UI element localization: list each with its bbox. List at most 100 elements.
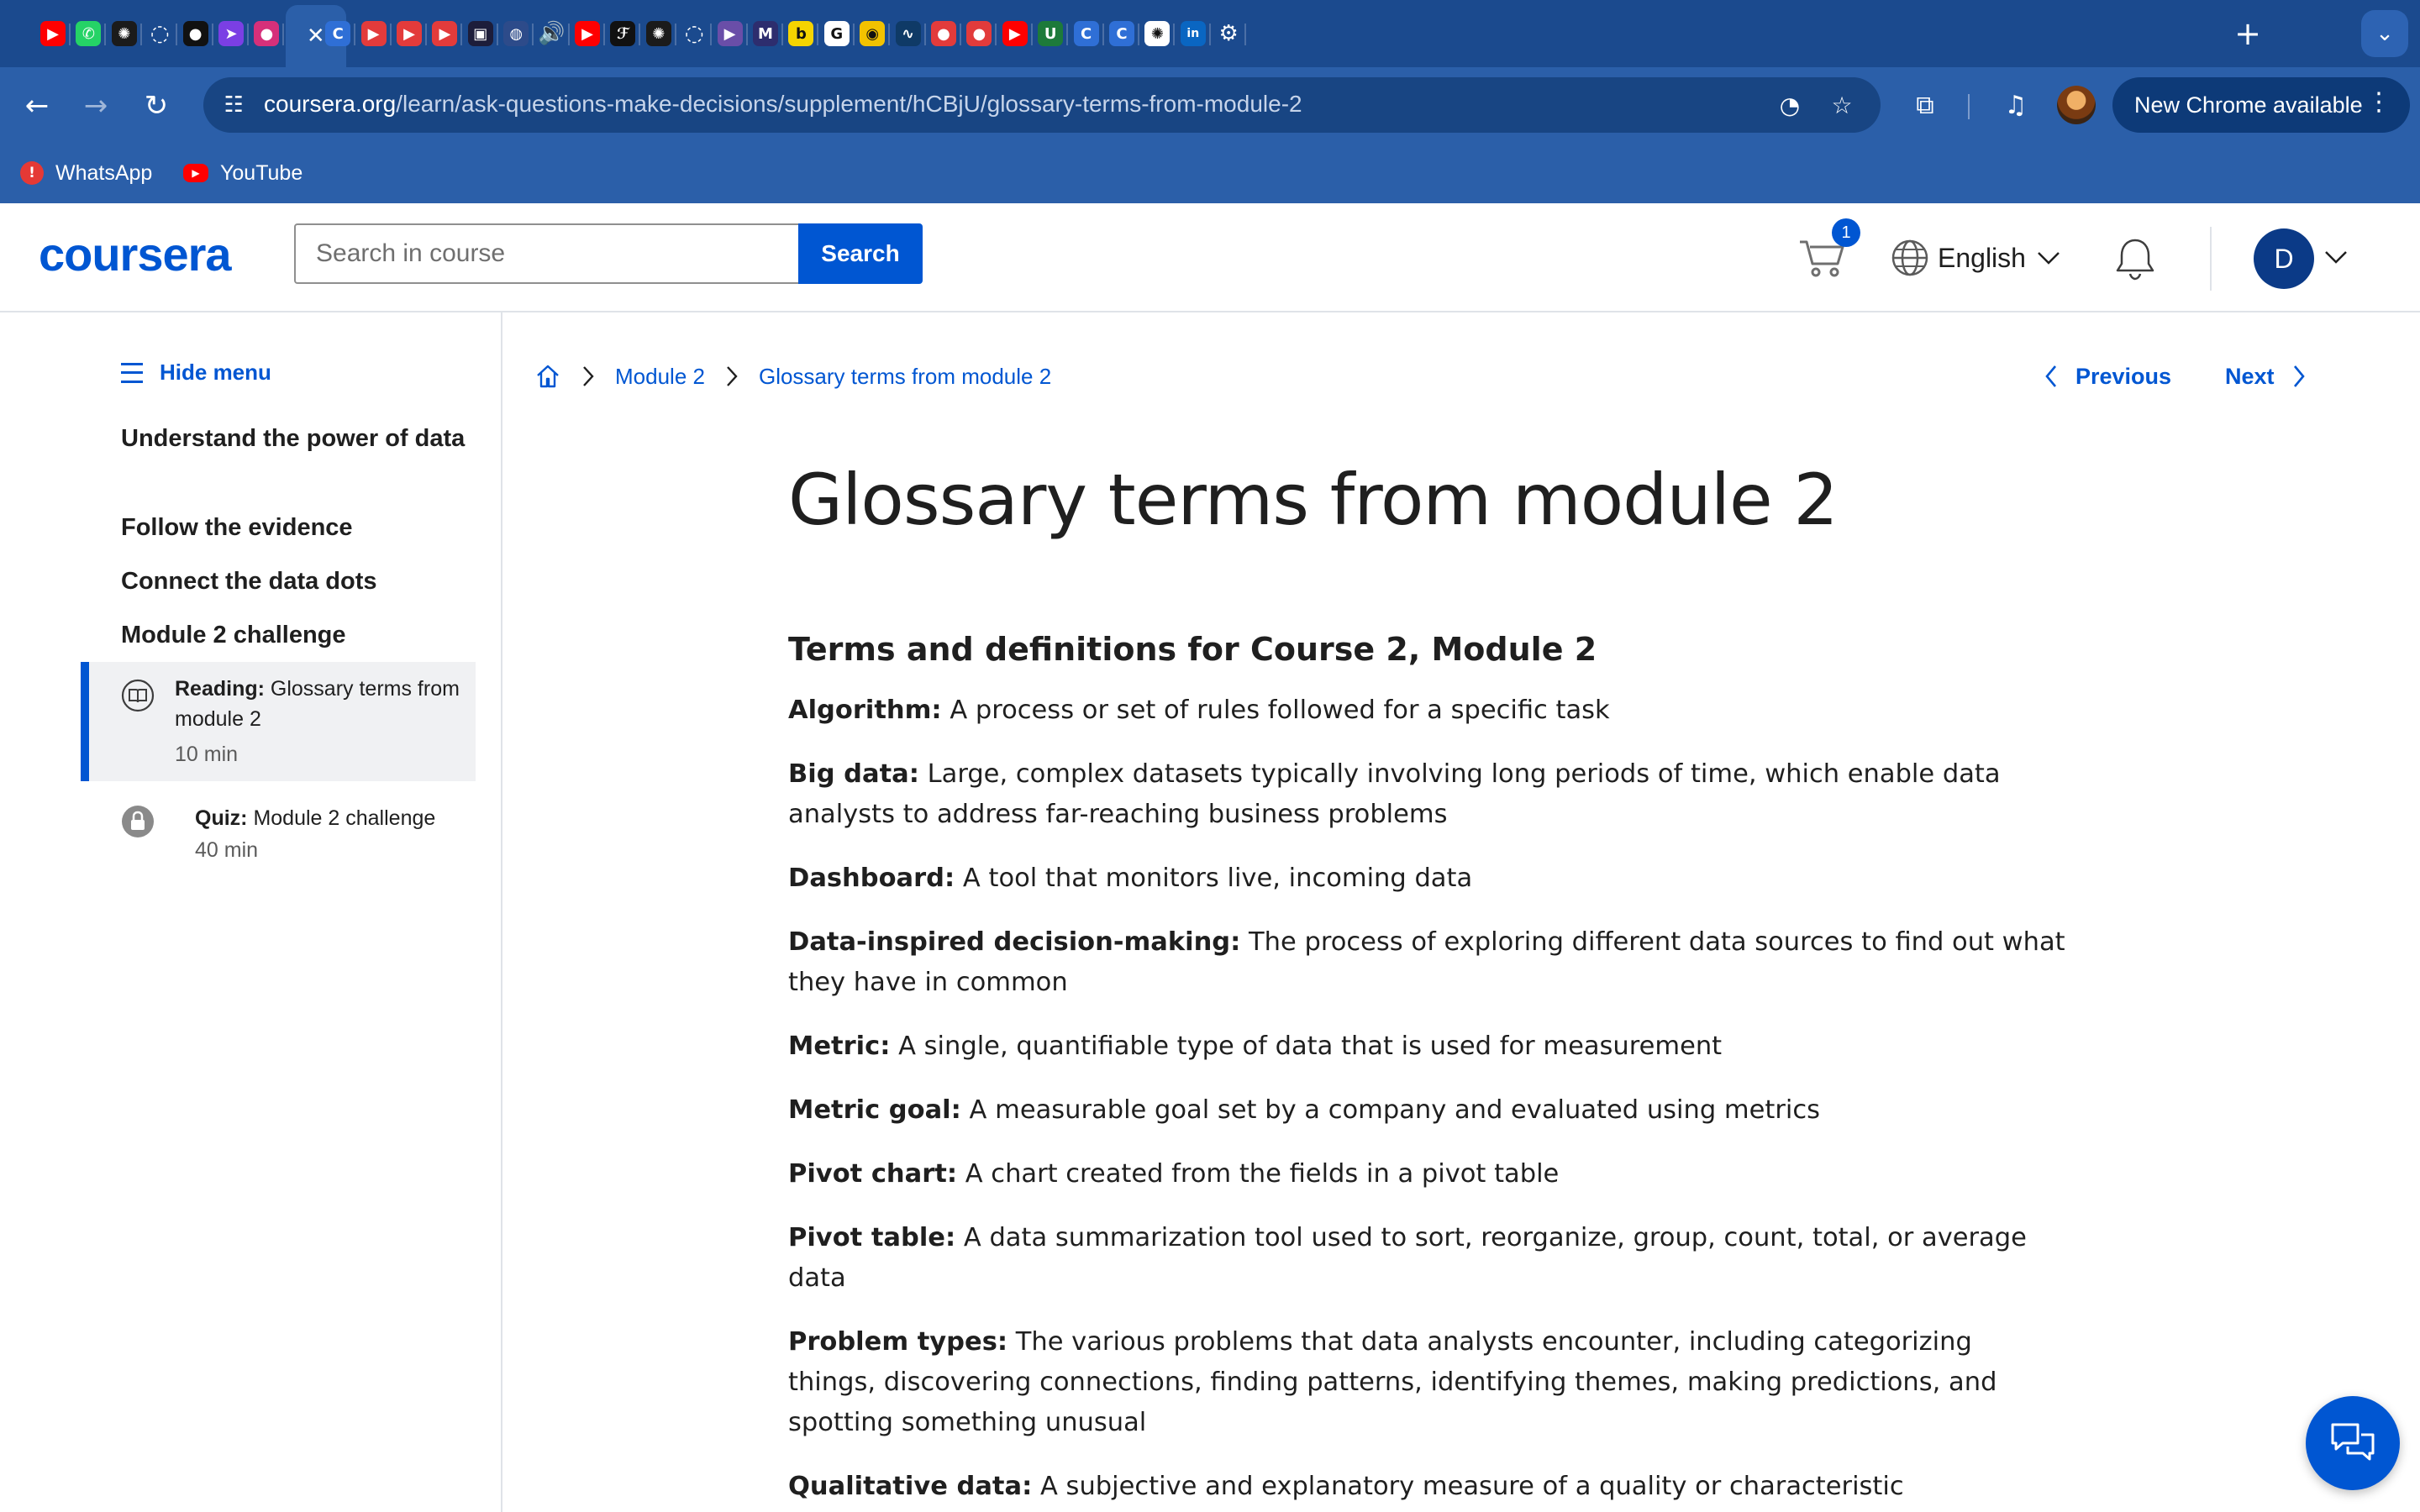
breadcrumb-module-link[interactable]: Module 2 xyxy=(615,364,705,390)
browser-tab[interactable]: ➤ xyxy=(214,8,249,59)
browser-tab[interactable]: ▶ xyxy=(357,8,392,59)
browser-tab[interactable]: C xyxy=(1070,8,1104,59)
chrome-update-button[interactable]: New Chrome available ⋮ xyxy=(2112,77,2410,133)
browser-tab[interactable]: ● xyxy=(962,8,997,59)
sidebar-link-understand-data[interactable]: Understand the power of data xyxy=(121,422,474,455)
browser-tab[interactable]: ▶ xyxy=(392,8,427,59)
item-type: Reading: xyxy=(175,677,265,701)
forward-button[interactable]: → xyxy=(72,82,119,129)
sidebar-item-reading[interactable]: Reading: Glossary terms from module 2 10… xyxy=(81,662,476,781)
arrow-app-icon: ➤ xyxy=(218,21,244,46)
browser-tab[interactable]: ▶ xyxy=(571,8,605,59)
bookmark-whatsapp[interactable]: ! WhatsApp xyxy=(20,158,152,188)
browser-tab[interactable]: ✺ xyxy=(642,8,676,59)
dark-app-icon: ▣ xyxy=(467,21,493,46)
hide-menu-label: Hide menu xyxy=(160,360,271,385)
chevron-right-icon xyxy=(2293,365,2305,387)
hide-menu-button[interactable]: Hide menu xyxy=(121,360,271,386)
browser-tab[interactable]: ▶ xyxy=(36,8,71,59)
media-controls-icon[interactable]: ♫ xyxy=(1995,84,2037,126)
coursera-logo[interactable]: coursera xyxy=(39,227,232,281)
site-settings-icon[interactable]: ☷ xyxy=(217,88,250,122)
tab-separator xyxy=(1244,24,1247,45)
glossary-term: Metric goal: A measurable goal set by a … xyxy=(788,1090,2065,1131)
loading-icon: ◌ xyxy=(684,21,704,46)
new-tab-button[interactable]: + xyxy=(2227,8,2269,59)
profile-avatar[interactable] xyxy=(2057,86,2096,124)
performance-icon[interactable]: ◔ xyxy=(1773,88,1807,122)
browser-tab[interactable]: b xyxy=(784,8,819,59)
browser-tab[interactable]: ◌ xyxy=(143,8,178,59)
next-label: Next xyxy=(2225,363,2275,389)
language-selector[interactable]: English xyxy=(1891,237,2070,279)
browser-tab[interactable]: ● xyxy=(250,8,285,59)
tab-separator xyxy=(852,24,855,45)
globe-app-icon: ◍ xyxy=(503,21,529,46)
chevron-right-icon xyxy=(583,366,594,386)
glossary-term: Metric: A single, quantifiable type of d… xyxy=(788,1026,2065,1067)
browser-tab[interactable]: C xyxy=(1105,8,1139,59)
browser-tab[interactable]: ∿ xyxy=(892,8,926,59)
browser-tab[interactable]: ▣ xyxy=(464,8,498,59)
site-header: coursera Search 1 English D xyxy=(0,203,2420,312)
chevron-down-icon[interactable] xyxy=(2323,244,2349,270)
glossary-term: Big data: Large, complex datasets typica… xyxy=(788,754,2065,835)
browser-tab[interactable]: M xyxy=(749,8,783,59)
arrow-right-icon: → xyxy=(83,89,108,123)
tab-separator xyxy=(1066,24,1069,45)
sidebar-link-follow-evidence[interactable]: Follow the evidence xyxy=(121,511,474,544)
sidebar-link-connect-dots[interactable]: Connect the data dots xyxy=(121,564,474,598)
course-sidebar: Hide menu Understand the power of data F… xyxy=(0,312,502,1512)
browser-tab[interactable]: ✺ xyxy=(1140,8,1176,59)
bookmark-youtube[interactable]: ▶ YouTube xyxy=(183,158,302,188)
previous-button[interactable]: Previous xyxy=(2042,358,2171,395)
browser-tab[interactable]: 🔊 xyxy=(535,8,570,59)
term-definition: A chart created from the fields in a piv… xyxy=(965,1159,1560,1189)
home-icon[interactable] xyxy=(534,363,561,390)
settings-icon: ⚙ xyxy=(1218,21,1239,46)
browser-tab[interactable]: ◉ xyxy=(855,8,891,59)
coursera-icon: C xyxy=(1109,21,1134,46)
search-button[interactable]: Search xyxy=(798,223,923,284)
sidebar-item-quiz[interactable]: Quiz: Module 2 challenge 40 min xyxy=(81,791,476,875)
browser-tab[interactable]: U xyxy=(1034,8,1069,59)
chat-bubbles-icon xyxy=(2331,1423,2375,1461)
browser-tab[interactable]: ⚙ xyxy=(1212,8,1247,59)
item-title: Module 2 challenge xyxy=(253,806,436,830)
reload-button[interactable]: ↻ xyxy=(133,82,180,129)
browser-tab[interactable]: C xyxy=(321,8,356,59)
browser-tab[interactable]: in xyxy=(1176,8,1211,59)
browser-tab[interactable]: ▶ xyxy=(428,8,463,59)
notifications-bell-icon[interactable] xyxy=(2111,234,2160,282)
browser-tab[interactable]: ✺ xyxy=(108,8,142,59)
glossary-term: Problem types: The various problems that… xyxy=(788,1322,2065,1443)
browser-tab[interactable]: ● xyxy=(179,8,213,59)
next-button[interactable]: Next xyxy=(2225,358,2308,395)
signature-icon: ℱ xyxy=(610,21,636,46)
sidebar-link-module-challenge[interactable]: Module 2 challenge xyxy=(121,618,474,652)
browser-tab[interactable]: ● xyxy=(927,8,961,59)
bookmark-star-icon[interactable]: ☆ xyxy=(1825,88,1859,122)
tab-separator xyxy=(603,24,605,45)
extensions-icon[interactable]: ⧉ xyxy=(1904,84,1946,126)
browser-tab[interactable]: G xyxy=(820,8,855,59)
tab-separator xyxy=(460,24,463,45)
back-button[interactable]: ← xyxy=(13,82,60,129)
more-menu-icon[interactable]: ⋮ xyxy=(2366,87,2391,117)
tab-search-button[interactable]: ⌄ xyxy=(2361,10,2408,57)
chevron-down-icon: ⌄ xyxy=(2375,21,2394,46)
browser-tab[interactable]: ✆ xyxy=(71,8,107,59)
browser-tab[interactable]: ▶ xyxy=(998,8,1033,59)
chat-support-button[interactable] xyxy=(2306,1396,2400,1490)
browser-tab[interactable]: ▶ xyxy=(713,8,748,59)
browser-tab[interactable]: ◌ xyxy=(677,8,713,59)
bookmark-label: YouTube xyxy=(220,160,303,185)
breadcrumb-current[interactable]: Glossary terms from module 2 xyxy=(759,364,1051,390)
browser-tab[interactable]: ℱ xyxy=(606,8,641,59)
term-definition: A tool that monitors live, incoming data xyxy=(962,864,1473,893)
course-search-input[interactable] xyxy=(294,223,800,284)
address-bar[interactable]: ☷ coursera.org/learn/ask-questions-make-… xyxy=(203,77,1881,133)
user-avatar[interactable]: D xyxy=(2254,228,2314,289)
browser-tab[interactable]: ◍ xyxy=(499,8,534,59)
coursera-icon: C xyxy=(1073,21,1099,46)
